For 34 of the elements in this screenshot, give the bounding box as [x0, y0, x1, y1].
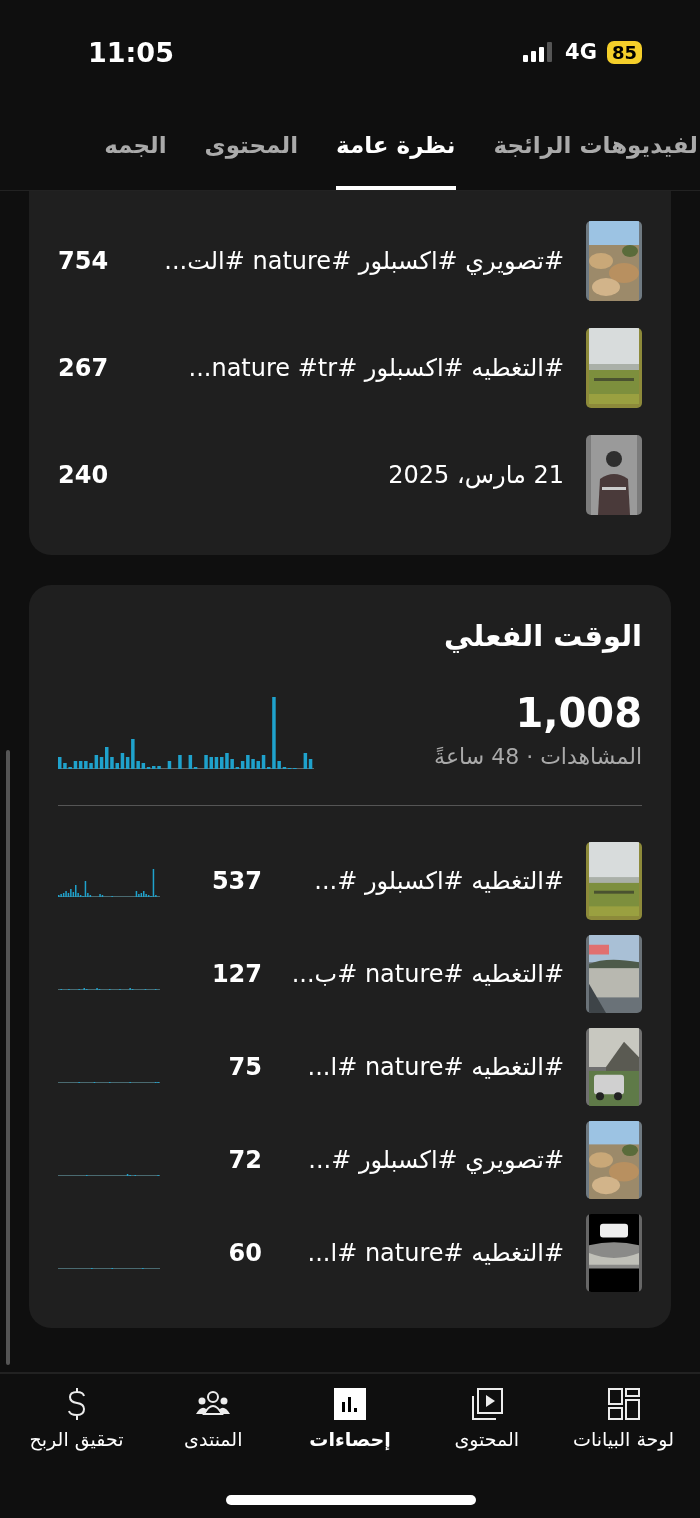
view-count: 537	[210, 867, 262, 895]
video-title: #التغطيه #nature #ا...	[306, 1053, 564, 1081]
tab[interactable]: الجمه	[104, 104, 167, 190]
video-title: #التغطيه #اكسبلور #...	[313, 867, 564, 895]
clock: 11:05	[88, 36, 174, 68]
bar-chart-icon	[332, 1386, 368, 1422]
video-title: #التغطيه #nature #ا...	[306, 1239, 564, 1267]
chart-bar	[167, 761, 172, 769]
video-title: #تصويري #اكسبلور #...	[307, 1146, 564, 1174]
view-count: 267	[58, 354, 109, 382]
chart-bar	[178, 755, 182, 769]
nav-item[interactable]: المنتدى	[150, 1386, 276, 1518]
view-count: 127	[210, 960, 262, 988]
nav-item[interactable]: لوحة البيانات	[561, 1386, 686, 1518]
view-count: 75	[227, 1053, 262, 1081]
view-count: 754	[58, 247, 109, 275]
video-title: 21 مارس، 2025	[387, 461, 564, 489]
dashboard-icon	[605, 1386, 642, 1422]
view-count: 60	[227, 1239, 262, 1267]
nav-item[interactable]: إحصاءات	[287, 1386, 413, 1518]
view-count: 72	[227, 1146, 262, 1174]
video-title: #التغطيه #اكسبلور #nature #tr...	[187, 354, 564, 382]
card-title: الوقت الفعلي	[442, 619, 642, 653]
view-count: 240	[58, 461, 109, 489]
views-caption: المشاهدات · 48 ساعةً	[434, 744, 642, 769]
views-total: 1,008	[514, 690, 642, 736]
network-type: 4G	[565, 40, 597, 64]
tab[interactable]: المحتوى	[204, 104, 298, 190]
video-title: #التغطيه #nature #ب...	[290, 960, 564, 988]
nav-item[interactable]: المحتوى	[424, 1386, 550, 1518]
battery-level: 85	[606, 40, 642, 64]
tab[interactable]: لفيديوهات الرائجة	[493, 104, 698, 190]
video-title: #تصويري #اكسبلور #nature #الت...	[163, 247, 564, 275]
nav-item[interactable]: تحقيق الربح	[14, 1386, 139, 1518]
